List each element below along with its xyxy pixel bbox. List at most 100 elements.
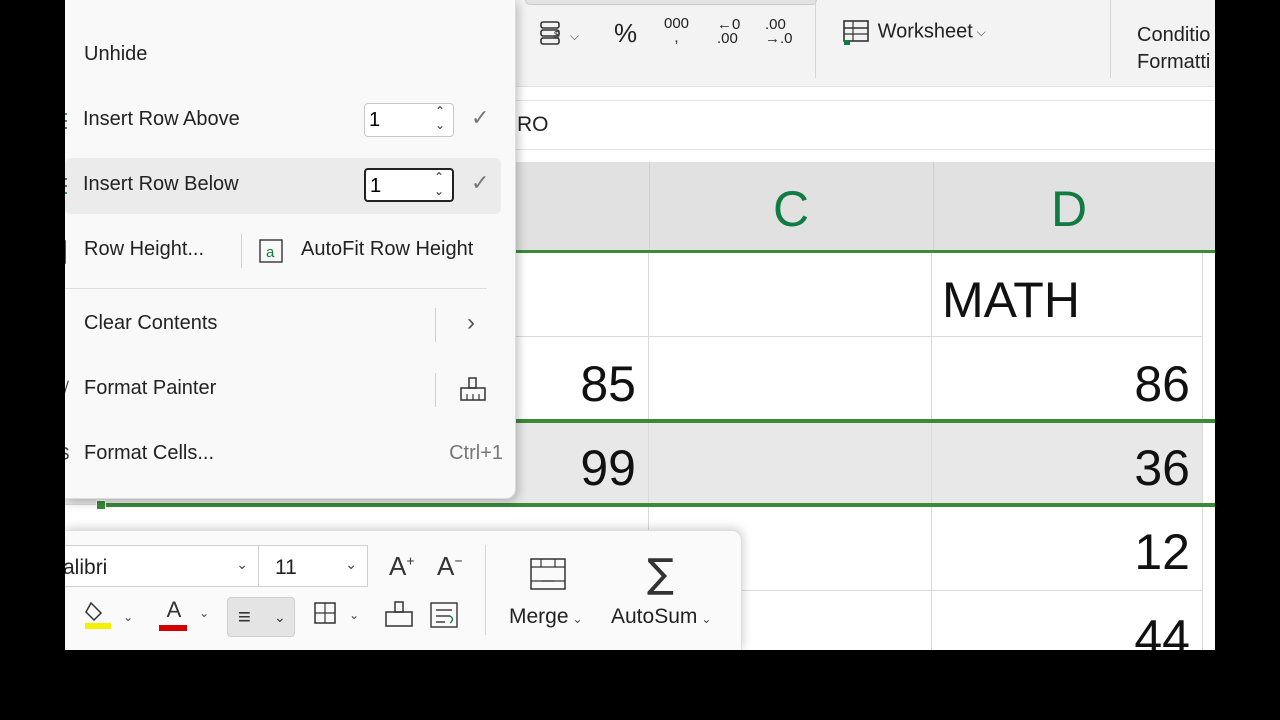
menu-item-clear-contents[interactable]: › Clear Contents › — [65, 297, 501, 353]
chevron-down-icon: ⌄ — [274, 609, 286, 625]
chevron-down-icon[interactable]: ⌄ — [434, 184, 444, 198]
fill-color-button[interactable]: ⌄ — [83, 597, 133, 637]
menu-item-insert-row-above[interactable]: Insert Row Above ⌃⌄ ✓ — [65, 93, 501, 149]
checkmark-icon[interactable]: ✓ — [471, 170, 489, 196]
menu-item-format-painter[interactable]: √ Format Painter — [65, 362, 501, 418]
insert-above-count-stepper[interactable]: ⌃⌄ — [364, 103, 454, 137]
mini-toolbar: alibri ⌄ 11 ⌄ A+ A− ⌄ A ⌄ ≡ ⌄ ⌄ Merge ⌄ … — [65, 530, 742, 650]
font-color-button[interactable]: A ⌄ — [159, 597, 209, 631]
merge-label: Merge ⌄ — [509, 605, 583, 628]
cell-d3[interactable]: 36 — [932, 423, 1203, 505]
worksheet-button[interactable]: Worksheet ⌵ — [842, 18, 986, 46]
font-name-value: alibri — [65, 556, 108, 579]
excel-window: $ ⌵ % 000, ←0 .00 .00 →.0 Worksheet ⌵ Cond… — [65, 0, 1215, 650]
conditional-formatting-button[interactable]: Conditio Formatti — [1137, 22, 1210, 76]
autofit-icon: a — [258, 238, 286, 270]
menu-row-height-group: Row Height... a AutoFit Row Height — [65, 223, 501, 279]
font-name-dropdown[interactable]: alibri ⌄ — [65, 545, 259, 587]
divider — [435, 308, 436, 342]
formula-text: RO — [517, 113, 549, 136]
autosum-button[interactable]: ∑ AutoSum ⌄ — [609, 551, 729, 647]
divider — [241, 234, 242, 268]
ribbon-divider — [815, 0, 816, 78]
decrease-decimal-button[interactable]: .00 →.0 — [765, 16, 795, 47]
paintbrush-icon[interactable] — [457, 374, 489, 412]
cell-d2[interactable]: 86 — [932, 337, 1203, 421]
spin-buttons[interactable]: ⌃ ⌄ — [435, 104, 445, 132]
menu-item-insert-row-below[interactable]: Insert Row Below ⌃⌄ ✓ — [65, 158, 501, 214]
cell-c2[interactable] — [649, 337, 932, 421]
table-icon — [843, 20, 869, 45]
paintbrush-icon — [385, 601, 413, 627]
chevron-up-icon[interactable]: ⌃ — [435, 104, 445, 118]
chevron-down-icon: ⌄ — [701, 612, 712, 626]
chevron-down-icon: ⌄ — [345, 556, 357, 572]
font-color-icon: A — [166, 597, 182, 622]
format-painter-toolbar-button[interactable] — [383, 599, 415, 637]
insert-row-below-icon — [65, 175, 73, 197]
increase-decimal-icon: ←0 .00 — [717, 16, 741, 47]
minus-icon: − — [454, 552, 463, 569]
ribbon-top-control — [525, 0, 817, 5]
chevron-down-icon: ⌵ — [976, 24, 986, 39]
font-size-dropdown[interactable]: 11 ⌄ — [258, 545, 368, 587]
borders-button[interactable]: ⌄ — [313, 601, 359, 633]
column-header-c[interactable]: C — [649, 162, 932, 250]
chevron-down-icon: ⌄ — [572, 612, 583, 626]
font-color-swatch — [159, 625, 187, 631]
menu-item-unhide[interactable]: Unhide — [65, 28, 501, 84]
sigma-icon: ∑ — [647, 551, 674, 597]
row-context-menu: Unhide Insert Row Above ⌃⌄ ✓ Insert Row … — [65, 0, 516, 499]
wrap-text-button[interactable] — [429, 599, 461, 637]
format-cells-icon: $ — [65, 444, 73, 466]
align-center-icon: ≡ — [238, 604, 251, 629]
grow-font-button[interactable]: A+ — [389, 551, 415, 582]
checkmark-icon[interactable]: ✓ — [471, 105, 489, 131]
wrap-text-icon — [430, 602, 458, 628]
cell-c3[interactable] — [649, 423, 932, 505]
font-size-value: 11 — [275, 556, 297, 579]
percent-style-button[interactable]: % — [614, 18, 637, 49]
conditional-formatting-label-2: Formatti — [1137, 51, 1211, 73]
spin-buttons[interactable]: ⌃ ⌄ — [434, 170, 444, 198]
cell-d4[interactable]: 12 — [932, 507, 1203, 591]
toolbar-divider — [485, 545, 486, 635]
cell-c1[interactable] — [649, 253, 932, 337]
conditional-formatting-label-1: Conditio — [1137, 24, 1211, 46]
number-format-icon: $ — [540, 21, 560, 45]
chevron-down-icon: ⌄ — [123, 610, 134, 624]
menu-item-row-height[interactable]: Row Height... — [84, 238, 204, 261]
menu-item-autofit-row-height[interactable]: AutoFit Row Height — [301, 238, 473, 261]
plus-icon: + — [406, 552, 415, 569]
cell-d1[interactable]: MATH — [932, 253, 1203, 337]
shrink-font-button[interactable]: A− — [437, 551, 463, 582]
comma-style-button[interactable]: 000, — [664, 16, 689, 45]
chevron-down-icon[interactable]: ⌄ — [435, 118, 445, 132]
borders-icon — [314, 602, 336, 624]
number-format-button[interactable]: $ ⌵ — [538, 18, 579, 54]
merge-button[interactable]: Merge ⌄ — [505, 551, 595, 647]
merge-cells-icon — [530, 558, 566, 590]
chevron-down-icon: ⌵ — [570, 29, 580, 43]
insert-below-count-input[interactable] — [366, 171, 422, 201]
align-center-button[interactable]: ≡ ⌄ — [227, 597, 295, 637]
chevron-down-icon: ⌄ — [349, 608, 360, 622]
insert-above-count-input[interactable] — [365, 105, 421, 135]
insert-below-count-stepper[interactable]: ⌃⌄ — [364, 168, 454, 202]
autosum-label: AutoSum ⌄ — [611, 605, 712, 628]
chevron-right-icon[interactable]: › — [467, 309, 475, 337]
decrease-decimal-icon: .00 →.0 — [765, 16, 793, 47]
shortcut-label: Ctrl+1 — [449, 442, 503, 464]
column-header-d[interactable]: D — [933, 162, 1204, 250]
insert-row-above-icon — [65, 110, 73, 132]
format-painter-icon: √ — [65, 379, 73, 401]
worksheet-label: Worksheet — [877, 20, 973, 43]
row-height-icon — [65, 240, 73, 264]
chevron-down-icon: ⌄ — [236, 556, 248, 572]
fill-handle[interactable] — [96, 500, 106, 510]
chevron-up-icon[interactable]: ⌃ — [434, 170, 444, 184]
menu-item-format-cells[interactable]: $ Format Cells... Ctrl+1 — [65, 427, 503, 483]
ribbon-divider — [1110, 0, 1111, 78]
increase-decimal-button[interactable]: ←0 .00 — [717, 16, 747, 47]
cell-d5[interactable]: 44 — [932, 591, 1203, 650]
